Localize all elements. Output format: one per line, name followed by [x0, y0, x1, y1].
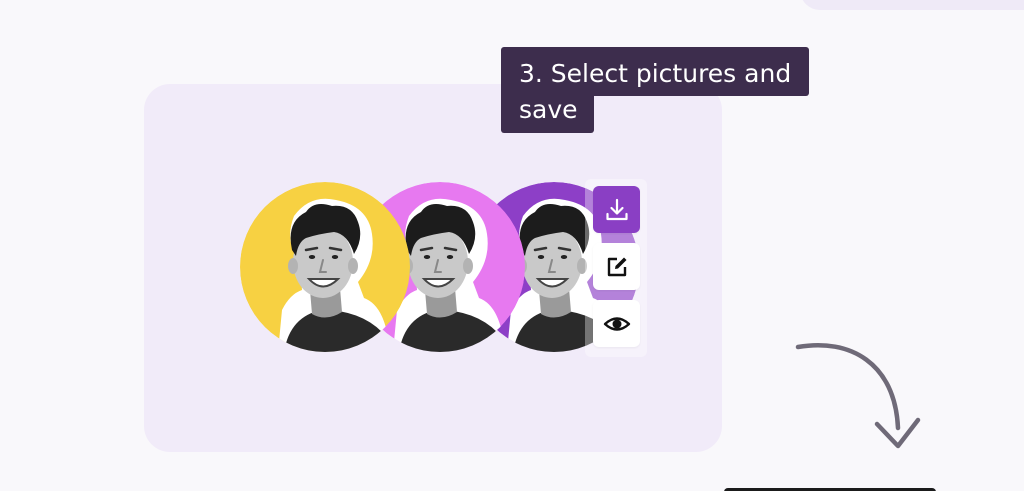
image-actions-toolbar [585, 179, 647, 357]
edit-button[interactable] [593, 243, 640, 290]
edit-icon [607, 257, 626, 276]
avatar-1[interactable] [240, 182, 410, 352]
preview-button[interactable] [593, 300, 640, 347]
arrow-tip-icon [600, 0, 630, 8]
page: 3. Select pictures and save [0, 0, 1024, 491]
eye-icon [603, 316, 630, 331]
top-pill-shape [800, 0, 1024, 10]
step-label: 3. Select pictures and save [501, 47, 809, 133]
download-icon [605, 198, 628, 220]
curved-arrow-icon [795, 342, 921, 449]
step-label-text: 3. Select pictures and save [519, 59, 792, 124]
download-button[interactable] [593, 186, 640, 233]
